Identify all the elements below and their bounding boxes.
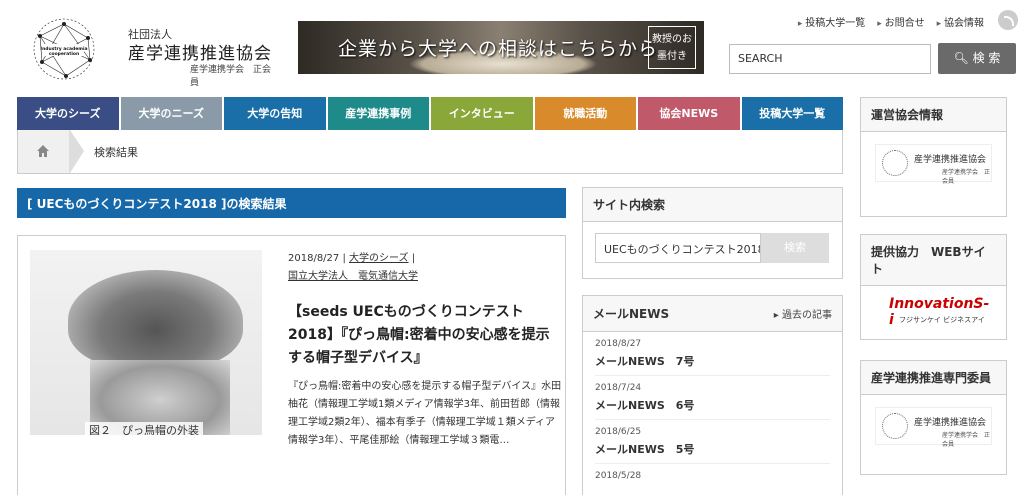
committee-logo-link[interactable]: 産学連携推進協会 産学連携学会 正会員 [875,407,992,448]
nav-posted-universities[interactable]: 投稿大学一覧 [741,97,843,130]
mail-news-header: メールNEWS ▸ 過去の記事 [583,296,842,332]
mail-news-item[interactable]: 2018/7/24 メールNEWS 6号 [583,376,842,420]
link-posted-universities[interactable]: 投稿大学一覧 [798,14,865,29]
article-excerpt: 『ぴっ鳥帽:密着中の安心感を提示する帽子型デバイス』水田柚花（情報理工学域1類メ… [288,381,562,446]
svg-text:cooperation: cooperation [49,51,79,57]
nav-interview[interactable]: インタビュー [431,97,533,130]
partner-website-title: 提供協力 WEBサイト [861,235,1006,286]
search-button[interactable]: 🔍︎ 検 索 [938,43,1016,74]
past-articles-link[interactable]: ▸ 過去の記事 [774,306,832,321]
association-info-title: 運営協会情報 [861,98,1006,132]
network-logo-icon [882,413,908,439]
mail-news-item[interactable]: 2018/6/25 メールNEWS 5号 [583,420,842,464]
partner-website-box: 提供協力 WEBサイト InnovationS-i フジサンケイ ビジネスアイ [860,234,1007,340]
link-contact[interactable]: お問合せ [877,14,925,29]
link-association-info[interactable]: 協会情報 [937,14,984,29]
article-title[interactable]: 【seeds UECものづくりコンテスト2018】『ぴっ鳥帽:密着中の安心感を提… [288,301,563,370]
article-image[interactable]: 図２ ぴっ鳥帽の外装 [30,250,262,435]
mini-logo-main: 産学連携推進協会 [914,155,987,165]
mail-news-item[interactable]: 2018/8/27 メールNEWS 7号 [583,332,842,376]
nav-university-seeds[interactable]: 大学のシーズ [17,97,119,130]
network-logo-icon [882,150,908,176]
search-button-label: 検 索 [972,51,1001,65]
rss-icon[interactable] [998,10,1018,30]
banner-text: 企業から大学への相談はこちらから [338,38,659,60]
fur-hat-shape [68,270,243,370]
article-category-link[interactable]: 大学のシーズ [349,253,409,264]
mail-news-item-title: メールNEWS 6号 [595,397,830,420]
mini-logo-sub: 産学連携学会 正会員 [942,169,991,185]
mail-news-date: 2018/8/27 [595,339,642,349]
breadcrumb-current: 検索結果 [94,146,138,159]
consultation-banner[interactable]: 企業から大学への相談はこちらから 教授のお墨付き [298,21,704,74]
article-date: 2018/8/27 [288,253,340,264]
mail-news-box: メールNEWS ▸ 過去の記事 2018/8/27 メールNEWS 7号 201… [582,295,843,495]
image-caption: 図２ ぴっ鳥帽の外装 [85,422,203,435]
breadcrumb-home[interactable] [18,130,70,173]
nav-university-announcements[interactable]: 大学の告知 [224,97,326,130]
nav-university-needs[interactable]: 大学のニーズ [120,97,222,130]
nav-job-hunting[interactable]: 就職活動 [534,97,636,130]
site-search-box: サイト内検索 UECものづくりコンテスト2018 検索 [582,187,843,279]
breadcrumb: 検索結果 [17,130,843,174]
search-results-heading: [ UECものづくりコンテスト2018 ]の検索結果 [17,188,566,218]
article-meta: 2018/8/27 | 大学のシーズ | 国立大学法人 電気通信大学 [288,253,418,282]
mini-logo-main: 産学連携推進協会 [914,418,987,428]
mail-news-item[interactable]: 2018/5/28 [583,464,842,481]
article-university-link[interactable]: 国立大学法人 電気通信大学 [288,271,418,282]
mail-news-title: メールNEWS [593,307,670,321]
network-logo-icon: Industry academia cooperation [33,18,95,80]
top-links: 投稿大学一覧 お問合せ 協会情報 [798,14,984,29]
mail-news-date: 2018/5/28 [595,471,642,481]
committee-title: 産学連携推進専門委員 [861,361,1006,395]
site-search-button[interactable]: 検索 [761,233,829,263]
mail-news-item-title: メールNEWS 5号 [595,441,830,464]
logo-org-name: 産学連携推進協会 [128,44,272,64]
search-input[interactable]: SEARCH [729,44,931,74]
result-card: 図２ ぴっ鳥帽の外装 2018/8/27 | 大学のシーズ | 国立大学法人 電… [17,235,566,495]
mini-logo-sub: 産学連携学会 正会員 [942,432,991,448]
innovations-i-sub: フジサンケイ ビジネスアイ [899,316,985,324]
past-articles-label: 過去の記事 [782,310,832,321]
banner-badge: 教授のお墨付き [648,26,696,69]
logo-membership: 産学連携学会 正会員 [190,65,272,88]
mail-news-date: 2018/7/24 [595,383,642,393]
site-logo[interactable]: Industry academia cooperation 社団法人 産学連携推… [28,14,278,88]
committee-box: 産学連携推進専門委員 産学連携推進協会 産学連携学会 正会員 [860,360,1007,475]
innovations-i-banner[interactable]: InnovationS-i フジサンケイ ビジネスアイ [875,296,992,330]
magnifier-icon: 🔍︎ [953,51,973,65]
site-search-input[interactable]: UECものづくりコンテスト2018 [595,233,761,263]
site-search-title: サイト内検索 [583,188,842,222]
association-logo-link[interactable]: 産学連携推進協会 産学連携学会 正会員 [875,144,992,185]
home-icon [37,145,49,157]
nav-association-news[interactable]: 協会NEWS [638,97,740,130]
mail-news-date: 2018/6/25 [595,427,642,437]
association-info-box: 運営協会情報 産学連携推進協会 産学連携学会 正会員 [860,97,1007,217]
breadcrumb-separator [70,130,84,173]
nav-collaboration-cases[interactable]: 産学連携事例 [327,97,429,130]
main-nav: 大学のシーズ 大学のニーズ 大学の告知 産学連携事例 インタビュー 就職活動 協… [17,97,843,130]
mail-news-item-title: メールNEWS 7号 [595,353,830,376]
